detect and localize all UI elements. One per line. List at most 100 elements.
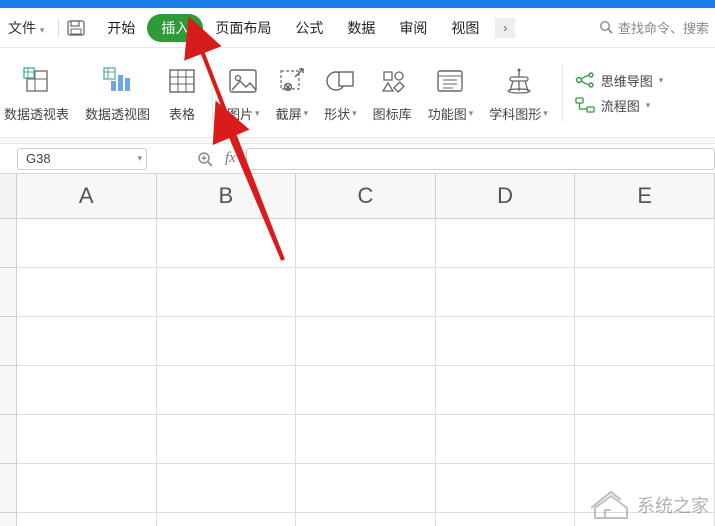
- cell[interactable]: [157, 268, 297, 317]
- cell[interactable]: [17, 268, 157, 317]
- grid-row: [0, 464, 715, 513]
- ribbon-pivot-chart[interactable]: 数据透视图: [77, 48, 158, 137]
- cell[interactable]: [436, 268, 576, 317]
- cell[interactable]: [436, 464, 576, 513]
- grid-row: [0, 268, 715, 317]
- cell[interactable]: [575, 513, 715, 526]
- cell[interactable]: [157, 219, 297, 268]
- ribbon-separator: [212, 65, 213, 121]
- flowchart-icon: [575, 97, 595, 113]
- cell[interactable]: [436, 415, 576, 464]
- ribbon-subject-shapes[interactable]: 学科图形▾: [481, 48, 556, 137]
- shapes-icon: [325, 62, 355, 100]
- cell[interactable]: [575, 317, 715, 366]
- cell[interactable]: [296, 513, 436, 526]
- fx-button[interactable]: fx: [225, 150, 236, 167]
- ribbon-label: 功能图: [428, 104, 467, 123]
- row-header[interactable]: [0, 317, 17, 366]
- cell[interactable]: [296, 317, 436, 366]
- column-header-E[interactable]: E: [575, 174, 715, 219]
- ribbon-mindmap[interactable]: 思维导图▾: [575, 71, 664, 90]
- command-search[interactable]: 查找命令、搜索: [599, 18, 709, 37]
- tab-page-layout[interactable]: 页面布局: [203, 12, 283, 44]
- screenshot-icon: [277, 62, 307, 100]
- cell[interactable]: [296, 415, 436, 464]
- name-box[interactable]: G38 ▾: [17, 148, 147, 170]
- cell[interactable]: [575, 464, 715, 513]
- ribbon-flowchart[interactable]: 流程图▾: [575, 96, 664, 115]
- name-box-value: G38: [26, 151, 51, 166]
- file-menu[interactable]: 文件 ▾: [6, 14, 46, 42]
- cell[interactable]: [157, 513, 297, 526]
- cell[interactable]: [17, 464, 157, 513]
- tab-insert[interactable]: 插入: [147, 14, 203, 42]
- ribbon-picture[interactable]: 图片▾: [219, 48, 268, 137]
- chevron-down-icon: ▾: [543, 108, 548, 119]
- column-header-D[interactable]: D: [436, 174, 576, 219]
- grid-row: [0, 317, 715, 366]
- menu-tabs: 开始 插入 页面布局 公式 数据 审阅 视图 ›: [95, 12, 515, 44]
- cell[interactable]: [157, 464, 297, 513]
- cell[interactable]: [17, 219, 157, 268]
- tab-data[interactable]: 数据: [335, 12, 387, 44]
- row-header[interactable]: [0, 366, 17, 415]
- tab-review[interactable]: 审阅: [387, 12, 439, 44]
- cell[interactable]: [17, 415, 157, 464]
- cell[interactable]: [296, 219, 436, 268]
- cell[interactable]: [575, 268, 715, 317]
- cell[interactable]: [157, 366, 297, 415]
- cell[interactable]: [575, 219, 715, 268]
- row-header[interactable]: [0, 415, 17, 464]
- cell[interactable]: [296, 268, 436, 317]
- cell[interactable]: [436, 317, 576, 366]
- zoom-icon[interactable]: [197, 151, 213, 167]
- cell[interactable]: [436, 366, 576, 415]
- column-header-A[interactable]: A: [17, 174, 157, 219]
- row-header[interactable]: [0, 464, 17, 513]
- tab-start[interactable]: 开始: [95, 12, 147, 44]
- ribbon-label: 学科图形: [489, 104, 541, 123]
- cell[interactable]: [575, 415, 715, 464]
- select-all-corner[interactable]: [0, 174, 17, 219]
- cell[interactable]: [296, 464, 436, 513]
- cell[interactable]: [17, 513, 157, 526]
- cell[interactable]: [17, 366, 157, 415]
- cell[interactable]: [575, 366, 715, 415]
- formula-input[interactable]: [246, 148, 715, 170]
- ribbon-separator: [562, 65, 563, 121]
- pivot-table-icon: [23, 62, 51, 100]
- tab-view[interactable]: 视图: [439, 12, 491, 44]
- subject-shapes-icon: [504, 62, 534, 100]
- tabs-more-button[interactable]: ›: [495, 18, 515, 38]
- save-icon[interactable]: [67, 20, 85, 36]
- column-headers: A B C D E: [0, 174, 715, 219]
- chevron-down-icon: ▾: [646, 100, 651, 111]
- ribbon-icon-library[interactable]: 图标库: [365, 48, 420, 137]
- ribbon-screenshot[interactable]: 截屏▾: [268, 48, 317, 137]
- tab-formula[interactable]: 公式: [283, 12, 335, 44]
- chevron-down-icon: ▾: [40, 25, 45, 35]
- row-header[interactable]: [0, 219, 17, 268]
- ribbon-table[interactable]: 表格: [158, 48, 206, 137]
- icon-library-icon: [378, 62, 406, 100]
- ribbon-shapes[interactable]: 形状▾: [316, 48, 365, 137]
- chevron-down-icon: ▾: [255, 108, 260, 119]
- cell[interactable]: [436, 513, 576, 526]
- ribbon-label: 图标库: [373, 104, 412, 123]
- ribbon-pivot-table[interactable]: 数据透视表: [4, 48, 77, 137]
- ribbon-side-group: 思维导图▾ 流程图▾: [569, 71, 670, 115]
- ribbon-label: 数据透视图: [85, 104, 150, 123]
- cell[interactable]: [157, 317, 297, 366]
- chevron-down-icon: ▾: [659, 75, 664, 86]
- ribbon-function-chart[interactable]: 功能图▾: [420, 48, 482, 137]
- row-header[interactable]: [0, 268, 17, 317]
- cell[interactable]: [157, 415, 297, 464]
- cell[interactable]: [436, 219, 576, 268]
- cell[interactable]: [17, 317, 157, 366]
- mindmap-icon: [575, 72, 595, 88]
- column-header-B[interactable]: B: [157, 174, 297, 219]
- row-header[interactable]: [0, 513, 17, 526]
- column-header-C[interactable]: C: [296, 174, 436, 219]
- cell[interactable]: [296, 366, 436, 415]
- spreadsheet-grid[interactable]: A B C D E: [0, 174, 715, 526]
